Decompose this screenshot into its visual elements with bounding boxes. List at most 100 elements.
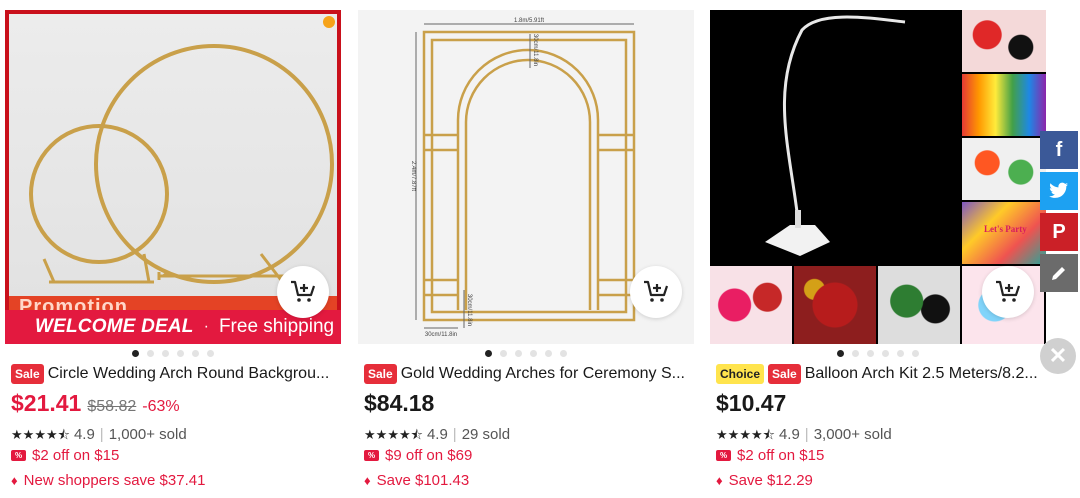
coupon-text: $9 off on $69 — [385, 447, 473, 464]
divider: | — [804, 426, 809, 443]
flame-icon: ♦ — [364, 473, 371, 488]
add-to-cart-button[interactable] — [630, 266, 682, 318]
thumbnail-image — [962, 74, 1046, 136]
deal-subtitle: Free shipping — [218, 316, 335, 337]
carousel-dot[interactable] — [897, 350, 904, 357]
product-photo — [9, 14, 337, 304]
divider: | — [99, 426, 104, 443]
savings-row: ♦ New shoppers save $37.41 — [11, 472, 205, 489]
carousel-dot[interactable] — [867, 350, 874, 357]
twitter-share-button[interactable] — [1040, 172, 1078, 210]
twitter-icon — [1049, 182, 1068, 198]
balloon-thumbnail-column: Let's Party — [962, 10, 1046, 264]
pencil-icon — [1052, 267, 1065, 280]
carousel-dot[interactable] — [912, 350, 919, 357]
base-width-dimension-label: 30cm/11.8in — [425, 332, 457, 338]
savings-text: Save $12.29 — [728, 472, 813, 489]
image-carousel-dots[interactable] — [5, 350, 341, 357]
carousel-dot[interactable] — [177, 350, 184, 357]
carousel-dot[interactable] — [515, 350, 522, 357]
carousel-dot[interactable] — [837, 350, 844, 357]
product-title-row[interactable]: Sale Gold Wedding Arches for Ceremony S.… — [364, 364, 690, 384]
rating-row: ★ ★ ★ ★ ⯪ 4.9 | 3,000+ sold — [716, 426, 892, 443]
discount-percent: -63% — [142, 398, 180, 415]
rating-value: 4.9 — [426, 426, 448, 443]
close-share-button[interactable]: ✕ — [1040, 338, 1076, 374]
close-icon: ✕ — [1048, 343, 1068, 368]
thumbnail-image — [962, 138, 1046, 200]
thumbnail-image — [710, 266, 792, 344]
carousel-dot[interactable] — [147, 350, 154, 357]
carousel-dot[interactable] — [162, 350, 169, 357]
coupon-text: $2 off on $15 — [737, 447, 825, 464]
circle-arch-illustration — [29, 44, 334, 284]
carousel-dot[interactable] — [530, 350, 537, 357]
savings-text: New shoppers save $37.41 — [23, 472, 206, 489]
savings-text: Save $101.43 — [376, 472, 470, 489]
product-image[interactable]: 1.8m/5.91ft 30cm/11.8in 2.4m/7.87ft 30cm… — [358, 10, 694, 344]
savings-row: ♦ Save $12.29 — [716, 472, 813, 489]
price-row: $84.18 — [364, 390, 434, 417]
image-carousel-dots[interactable] — [358, 350, 694, 357]
carousel-dot[interactable] — [485, 350, 492, 357]
pinterest-share-button[interactable]: P — [1040, 213, 1078, 251]
carousel-dot[interactable] — [882, 350, 889, 357]
product-title[interactable]: Circle Wedding Arch Round Backgrou... — [48, 365, 330, 383]
facebook-share-button[interactable]: f — [1040, 131, 1078, 169]
product-title[interactable]: Balloon Arch Kit 2.5 Meters/8.2... — [805, 365, 1038, 383]
carousel-dot[interactable] — [560, 350, 567, 357]
cart-plus-icon — [291, 280, 316, 302]
product-card[interactable]: Let's Party Choice Sale Balloon Arch Kit… — [710, 10, 1050, 498]
star-rating-icon: ★ ★ ★ ★ ⯪ — [11, 427, 70, 442]
product-card[interactable]: Promotion WELCOME DEAL · Free shipping S… — [5, 10, 345, 498]
product-image[interactable]: Promotion WELCOME DEAL · Free shipping — [5, 10, 341, 344]
carousel-dot[interactable] — [852, 350, 859, 357]
star-rating-icon: ★ ★ ★ ★ ⯪ — [364, 427, 423, 442]
product-title-row[interactable]: Sale Circle Wedding Arch Round Backgrou.… — [11, 364, 337, 384]
current-price: $21.41 — [11, 390, 82, 416]
thumbnail-image — [962, 10, 1046, 72]
coupon-icon: % — [716, 450, 731, 461]
cart-plus-icon — [996, 280, 1021, 302]
rating-row: ★ ★ ★ ★ ⯪ 4.9 | 1,000+ sold — [11, 426, 187, 443]
thumbnail-image — [794, 266, 876, 344]
carousel-dot[interactable] — [207, 350, 214, 357]
product-card[interactable]: 1.8m/5.91ft 30cm/11.8in 2.4m/7.87ft 30cm… — [358, 10, 698, 498]
carousel-dot[interactable] — [132, 350, 139, 357]
sold-count: 3,000+ sold — [813, 426, 892, 443]
product-grid: Promotion WELCOME DEAL · Free shipping S… — [0, 0, 1080, 498]
sale-badge: Sale — [364, 364, 397, 384]
sold-count: 1,000+ sold — [108, 426, 187, 443]
coupon-text: $2 off on $15 — [32, 447, 120, 464]
product-title-row[interactable]: Choice Sale Balloon Arch Kit 2.5 Meters/… — [716, 364, 1042, 384]
add-to-cart-button[interactable] — [982, 266, 1034, 318]
product-title[interactable]: Gold Wedding Arches for Ceremony S... — [401, 365, 685, 383]
thumbnail-caption: Let's Party — [984, 224, 1027, 234]
deal-title: WELCOME DEAL — [35, 316, 194, 337]
original-price: $58.82 — [87, 398, 137, 415]
sold-count: 29 sold — [461, 426, 511, 443]
edit-share-button[interactable] — [1040, 254, 1078, 292]
add-to-cart-button[interactable] — [277, 266, 329, 318]
image-carousel-dots[interactable] — [710, 350, 1046, 357]
balloon-stand-photo — [710, 10, 960, 264]
product-image[interactable]: Let's Party — [710, 10, 1046, 344]
sale-badge: Sale — [768, 364, 801, 384]
sale-badge: Sale — [11, 364, 44, 384]
price-row: $21.41 $58.82 -63% — [11, 390, 180, 417]
width-dimension-label: 1.8m/5.91ft — [514, 18, 544, 24]
cart-plus-icon — [644, 280, 669, 302]
social-share-bar: f P — [1040, 131, 1078, 295]
carousel-dot[interactable] — [192, 350, 199, 357]
star-rating-icon: ★ ★ ★ ★ ⯪ — [716, 427, 775, 442]
carousel-dot[interactable] — [545, 350, 552, 357]
rating-value: 4.9 — [73, 426, 95, 443]
current-price: $10.47 — [716, 390, 787, 416]
carousel-dot[interactable] — [500, 350, 507, 357]
height-dimension-label: 2.4m/7.87ft — [410, 161, 416, 191]
top-dimension-label: 30cm/11.8in — [532, 34, 538, 66]
facebook-icon: f — [1055, 138, 1063, 161]
coupon-row: % $9 off on $69 — [364, 447, 472, 464]
coupon-row: % $2 off on $15 — [716, 447, 824, 464]
thumbnail-image: Let's Party — [962, 202, 1046, 264]
